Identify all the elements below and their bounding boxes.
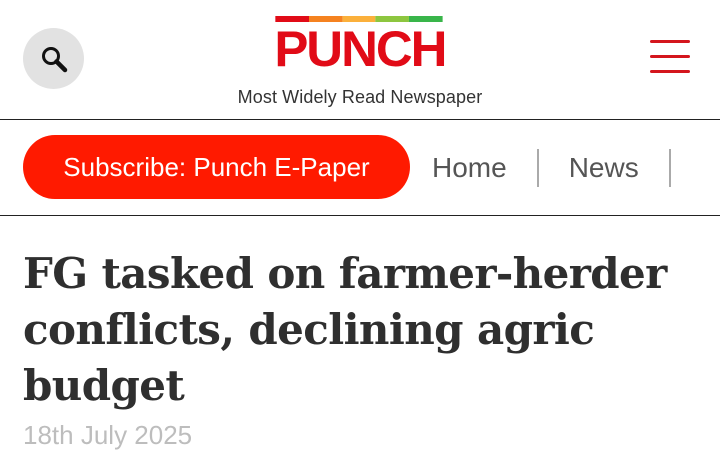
site-logo[interactable]: PUNCH [274, 16, 448, 77]
nav-bar: Subscribe: Punch E-Paper Home News [0, 120, 720, 216]
nav-divider [536, 149, 539, 187]
brand: PUNCH Most Widely Read Newspaper [0, 16, 720, 108]
logo-bar-segment [275, 16, 309, 22]
nav-divider [668, 149, 671, 187]
site-header: PUNCH Most Widely Read Newspaper [0, 0, 720, 120]
site-tagline: Most Widely Read Newspaper [237, 87, 483, 107]
subscribe-button[interactable]: Subscribe: Punch E-Paper [23, 135, 410, 199]
article-headline: FG tasked on farmer-herder conflicts, de… [23, 249, 667, 410]
article: FG tasked on farmer-herder conflicts, de… [0, 216, 720, 451]
logo-text: PUNCH [274, 21, 447, 77]
menu-button[interactable] [650, 40, 690, 74]
nav-links: Home News [432, 148, 671, 188]
logo-bar-segment [409, 16, 443, 22]
logo-bar-segment [308, 16, 343, 22]
nav-link-home[interactable]: Home [432, 152, 507, 184]
logo-bar-segment [342, 16, 376, 22]
hamburger-menu-icon [650, 40, 690, 73]
logo-color-bar [275, 16, 443, 22]
nav-link-news[interactable]: News [569, 152, 639, 184]
logo-bar-segment [375, 16, 410, 22]
article-date: 18th July 2025 [23, 420, 193, 450]
